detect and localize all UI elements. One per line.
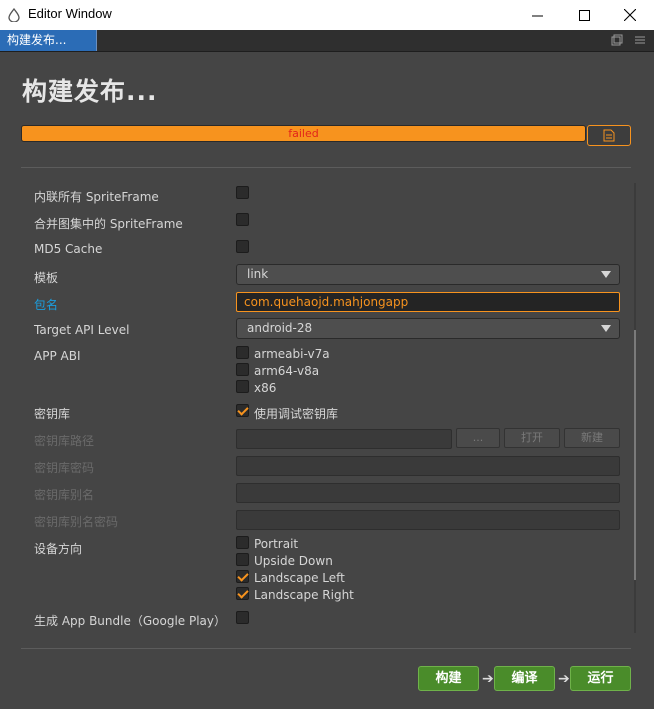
close-button[interactable] — [607, 0, 653, 30]
abi-arm64-v8a-checkbox[interactable] — [236, 363, 249, 376]
abi-x86-checkbox[interactable] — [236, 380, 249, 393]
label-merge-spriteframe: 合并图集中的 SpriteFrame — [34, 217, 183, 231]
label-keystore-alias-password: 密钥库别名密码 — [34, 515, 119, 529]
new-keystore-button[interactable]: 新建 — [564, 428, 620, 448]
target-api-select[interactable]: android-28 — [236, 318, 620, 339]
label-template: 模板 — [34, 271, 59, 285]
maximize-button[interactable] — [561, 0, 607, 30]
chevron-down-icon — [601, 271, 611, 278]
merge-spriteframe-checkbox[interactable] — [236, 213, 249, 226]
abi-armeabi-v7a-label: armeabi-v7a — [254, 347, 330, 361]
title-bar: Editor Window — [0, 0, 654, 30]
abi-arm64-v8a-label: arm64-v8a — [254, 364, 320, 378]
label-app-bundle: 生成 App Bundle（Google Play） — [34, 614, 227, 628]
minimize-button[interactable] — [514, 0, 560, 30]
label-keystore-password: 密钥库密码 — [34, 461, 95, 475]
template-value: link — [247, 267, 269, 281]
abi-x86-label: x86 — [254, 381, 277, 395]
minimize-icon — [531, 15, 543, 16]
tab-strip: 构建发布... — [0, 30, 654, 52]
orientation-landscape-left-label: Landscape Left — [254, 571, 345, 585]
keystore-password-field[interactable] — [236, 456, 620, 476]
run-button[interactable]: 运行 — [570, 666, 631, 691]
orientation-portrait-label: Portrait — [254, 537, 299, 551]
inline-spriteframe-checkbox[interactable] — [236, 186, 249, 199]
browse-button[interactable]: ... — [456, 428, 500, 448]
label-target-api: Target API Level — [34, 323, 130, 337]
progress-status: failed — [288, 127, 319, 140]
orientation-upside-down-label: Upside Down — [254, 554, 333, 568]
orientation-landscape-right-checkbox[interactable] — [236, 587, 249, 600]
orientation-landscape-left-checkbox[interactable] — [236, 570, 249, 583]
compile-button[interactable]: 编译 — [494, 666, 555, 691]
label-md5-cache: MD5 Cache — [34, 242, 103, 256]
open-keystore-button[interactable]: 打开 — [504, 428, 560, 448]
target-api-value: android-28 — [247, 321, 313, 335]
orientation-landscape-right-label: Landscape Right — [254, 588, 354, 602]
keystore-alias-password-field[interactable] — [236, 510, 620, 530]
log-file-icon — [603, 129, 615, 142]
label-package-name: 包名 — [34, 298, 59, 312]
abi-armeabi-v7a-checkbox[interactable] — [236, 346, 249, 359]
arrow-right-icon: ➔ — [558, 671, 570, 687]
menu-icon[interactable] — [634, 34, 646, 46]
label-keystore-path: 密钥库路径 — [34, 434, 95, 448]
build-button[interactable]: 构建 — [418, 666, 479, 691]
md5-cache-checkbox[interactable] — [236, 240, 249, 253]
page-title: 构建发布... — [22, 77, 158, 106]
orientation-upside-down-checkbox[interactable] — [236, 553, 249, 566]
keystore-alias-field[interactable] — [236, 483, 620, 503]
popout-icon[interactable] — [611, 34, 623, 46]
close-icon — [624, 9, 636, 21]
window-title: Editor Window — [28, 6, 112, 21]
app-bundle-checkbox[interactable] — [236, 611, 249, 624]
chevron-down-icon — [601, 325, 611, 332]
label-inline-spriteframe: 内联所有 SpriteFrame — [34, 190, 159, 204]
footer-divider — [21, 648, 631, 649]
label-keystore-alias: 密钥库别名 — [34, 488, 95, 502]
tab-build-publish[interactable]: 构建发布... — [0, 30, 97, 51]
maximize-icon — [578, 9, 590, 21]
scrollbar-thumb[interactable] — [634, 330, 636, 580]
package-name-field[interactable]: com.quehaojd.mahjongapp — [236, 292, 620, 312]
debug-keystore-checkbox[interactable] — [236, 404, 249, 417]
open-log-button[interactable] — [587, 125, 631, 146]
label-orientation: 设备方向 — [34, 542, 83, 556]
label-app-abi: APP ABI — [34, 349, 81, 363]
build-progress-bar: failed — [21, 125, 586, 142]
template-select[interactable]: link — [236, 264, 620, 285]
app-icon — [8, 8, 20, 22]
keystore-path-field[interactable] — [236, 429, 452, 449]
divider — [21, 167, 631, 168]
label-keystore: 密钥库 — [34, 407, 71, 421]
debug-keystore-label: 使用调试密钥库 — [254, 407, 339, 421]
orientation-portrait-checkbox[interactable] — [236, 536, 249, 549]
arrow-right-icon: ➔ — [482, 671, 494, 687]
